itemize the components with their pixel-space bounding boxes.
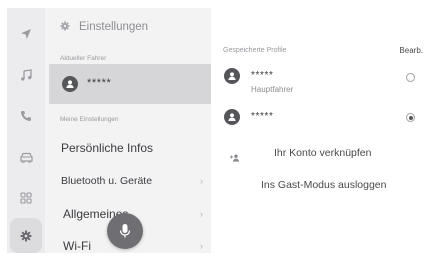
current-driver-name: *****: [87, 77, 112, 89]
gear-icon[interactable]: [7, 217, 45, 253]
navigation-arrow-icon[interactable]: [7, 15, 45, 53]
voice-assistant-button[interactable]: [107, 213, 143, 249]
profile-row[interactable]: ***** Hauptfahrer: [211, 65, 425, 99]
panel-header: Einstellungen: [60, 18, 148, 36]
profile-radio-unselected[interactable]: [406, 73, 415, 82]
app-rail: [7, 8, 45, 253]
user-avatar-icon: [224, 68, 240, 84]
guest-logout-button[interactable]: Ins Gast-Modus ausloggen: [261, 179, 387, 191]
apps-grid-icon[interactable]: [7, 179, 45, 217]
music-note-icon[interactable]: [7, 56, 45, 94]
menu-item-label: Persönliche Infos: [61, 141, 154, 155]
user-avatar-icon: [224, 109, 240, 125]
link-account-row[interactable]: Ihr Konto verknüpfen: [211, 144, 425, 166]
settings-panel: Einstellungen Aktueller Fahrer ***** Mei…: [45, 8, 211, 253]
chevron-right-icon: ›: [200, 176, 203, 186]
profile-name: *****: [251, 111, 274, 122]
current-driver-row[interactable]: *****: [49, 64, 211, 104]
current-driver-label: Aktueller Fahrer: [60, 55, 107, 62]
menu-item-bluetooth[interactable]: Bluetooth u. Geräte ›: [61, 170, 207, 192]
car-icon[interactable]: [7, 138, 45, 176]
my-settings-label: Meine Einstellungen: [60, 116, 119, 123]
menu-item-label: Wi-Fi: [63, 239, 91, 253]
edit-button[interactable]: Bearb.: [399, 46, 423, 55]
profile-name: *****: [251, 70, 274, 81]
link-account-button[interactable]: Ihr Konto verknüpfen: [274, 147, 371, 159]
profiles-pane: Gespeicherte Profile Bearb. ***** Hauptf…: [211, 8, 425, 253]
gear-icon: [60, 20, 70, 34]
phone-icon[interactable]: [7, 97, 45, 135]
saved-profiles-header: Gespeicherte Profile: [223, 47, 287, 54]
add-person-icon: [230, 149, 240, 167]
microphone-icon: [119, 224, 131, 238]
menu-item-personal-info[interactable]: Persönliche Infos: [61, 137, 207, 159]
user-avatar-icon: [62, 76, 78, 92]
profile-role: Hauptfahrer: [251, 85, 294, 94]
profile-row[interactable]: *****: [211, 107, 425, 141]
chevron-right-icon: ›: [200, 209, 203, 219]
profile-radio-selected[interactable]: [406, 113, 415, 122]
menu-item-label: Bluetooth u. Geräte: [61, 175, 153, 187]
page-title: Einstellungen: [79, 21, 149, 33]
chevron-right-icon: ›: [200, 241, 203, 251]
settings-screen: Einstellungen Aktueller Fahrer ***** Mei…: [7, 8, 425, 253]
